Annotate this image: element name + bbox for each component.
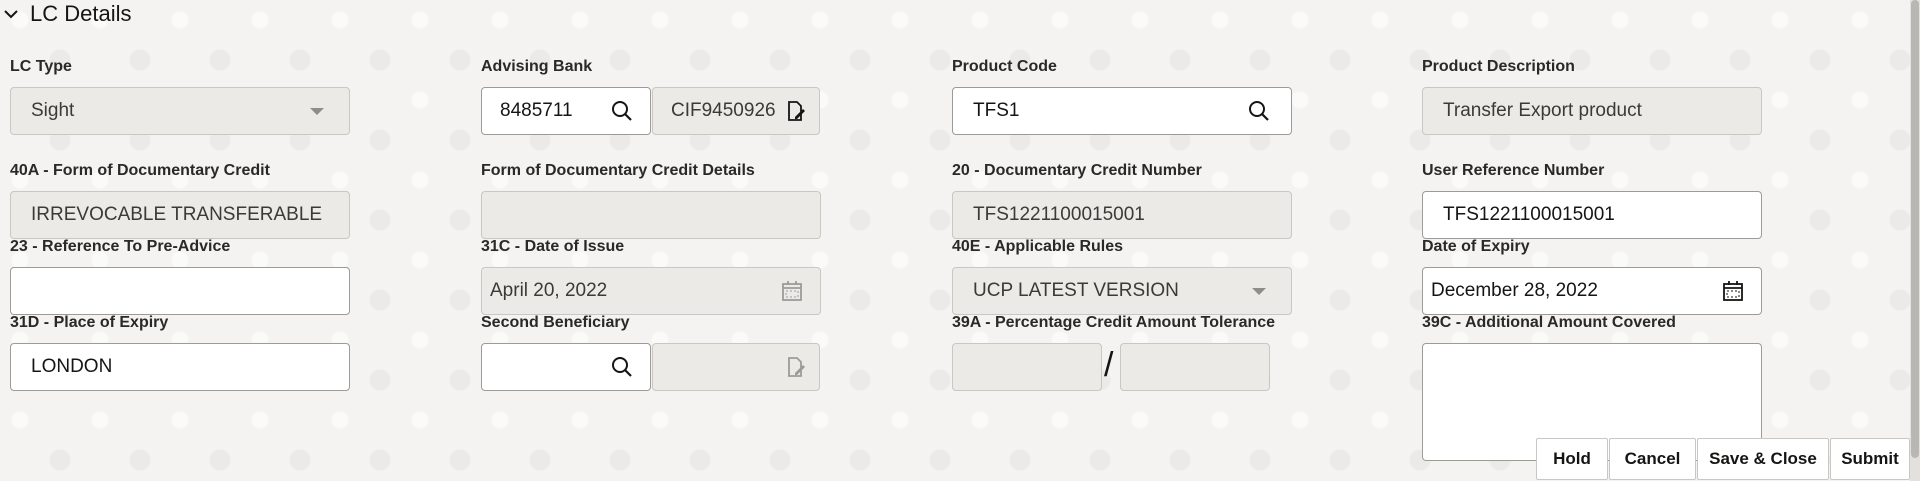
date-of-issue-value: April 20, 2022: [490, 280, 608, 301]
scrollbar-thumb[interactable]: [1911, 0, 1919, 458]
tolerance-minus-field: [1120, 343, 1270, 391]
chevron-down-icon: [305, 99, 329, 123]
date-of-issue-label: 31C - Date of Issue: [481, 238, 625, 255]
form-of-credit-details-label: Form of Documentary Credit Details: [481, 162, 755, 179]
credit-number-value: TFS1221100015001: [973, 204, 1145, 225]
product-description-label: Product Description: [1422, 58, 1575, 75]
advising-bank-code-value: 8485711: [500, 100, 573, 121]
second-beneficiary-name-field: [652, 343, 820, 391]
pre-advice-ref-input[interactable]: [10, 267, 350, 315]
section-title: LC Details: [30, 1, 132, 26]
place-of-expiry-value: LONDON: [31, 356, 113, 377]
applicable-rules-label: 40E - Applicable Rules: [952, 238, 1124, 255]
tolerance-plus-field: [952, 343, 1102, 391]
hold-button[interactable]: Hold: [1536, 438, 1608, 480]
applicable-rules-select[interactable]: UCP LATEST VERSION: [952, 267, 1292, 315]
advising-bank-code-input[interactable]: 8485711: [481, 87, 651, 135]
date-of-issue-field: April 20, 2022: [481, 267, 821, 315]
lc-type-select[interactable]: Sight: [10, 87, 350, 135]
second-beneficiary-label: Second Beneficiary: [481, 314, 630, 331]
calendar-icon: [780, 279, 804, 303]
product-code-label: Product Code: [952, 58, 1057, 75]
date-of-expiry-label: Date of Expiry: [1422, 238, 1530, 255]
advising-bank-label: Advising Bank: [481, 58, 593, 75]
form-of-credit-value: IRREVOCABLE TRANSFERABLE: [31, 204, 323, 225]
tolerance-label: 39A - Percentage Credit Amount Tolerance: [952, 314, 1276, 331]
product-description-value: Transfer Export product: [1443, 100, 1642, 121]
credit-number-field: TFS1221100015001: [952, 191, 1292, 239]
lc-type-value: Sight: [31, 100, 75, 121]
credit-number-label: 20 - Documentary Credit Number: [952, 162, 1202, 179]
date-of-expiry-value: December 28, 2022: [1431, 280, 1598, 301]
search-icon[interactable]: [1247, 99, 1271, 123]
edit-document-icon[interactable]: [783, 99, 807, 123]
cancel-button[interactable]: Cancel: [1609, 438, 1696, 480]
second-beneficiary-input[interactable]: [481, 343, 651, 391]
submit-button[interactable]: Submit: [1830, 438, 1910, 480]
chevron-down-icon[interactable]: [0, 3, 22, 25]
product-code-input[interactable]: TFS1: [952, 87, 1292, 135]
date-of-expiry-input[interactable]: December 28, 2022: [1422, 267, 1762, 315]
search-icon[interactable]: [610, 355, 634, 379]
vertical-scrollbar[interactable]: [1910, 0, 1920, 481]
user-reference-label: User Reference Number: [1422, 162, 1605, 179]
lc-type-label: LC Type: [10, 58, 72, 75]
advising-bank-name-field: CIF9450926: [652, 87, 820, 135]
place-of-expiry-label: 31D - Place of Expiry: [10, 314, 169, 331]
calendar-icon[interactable]: [1721, 279, 1745, 303]
applicable-rules-value: UCP LATEST VERSION: [973, 280, 1179, 301]
edit-document-icon: [783, 355, 807, 379]
user-reference-input[interactable]: TFS1221100015001: [1422, 191, 1762, 239]
product-code-value: TFS1: [973, 100, 1020, 121]
additional-amount-label: 39C - Additional Amount Covered: [1422, 314, 1676, 331]
form-of-credit-field: IRREVOCABLE TRANSFERABLE: [10, 191, 350, 239]
chevron-down-icon: [1247, 279, 1271, 303]
search-icon[interactable]: [610, 99, 634, 123]
pre-advice-ref-label: 23 - Reference To Pre-Advice: [10, 238, 231, 255]
save-close-button[interactable]: Save & Close: [1697, 438, 1829, 480]
tolerance-separator: /: [1104, 346, 1114, 384]
advising-bank-name-value: CIF9450926: [671, 100, 776, 121]
place-of-expiry-input[interactable]: LONDON: [10, 343, 350, 391]
product-description-field: Transfer Export product: [1422, 87, 1762, 135]
section-header-lc-details[interactable]: LC Details: [0, 0, 131, 28]
user-reference-value: TFS1221100015001: [1443, 204, 1615, 225]
form-of-credit-label: 40A - Form of Documentary Credit: [10, 162, 270, 179]
form-of-credit-details-field: [481, 191, 821, 239]
